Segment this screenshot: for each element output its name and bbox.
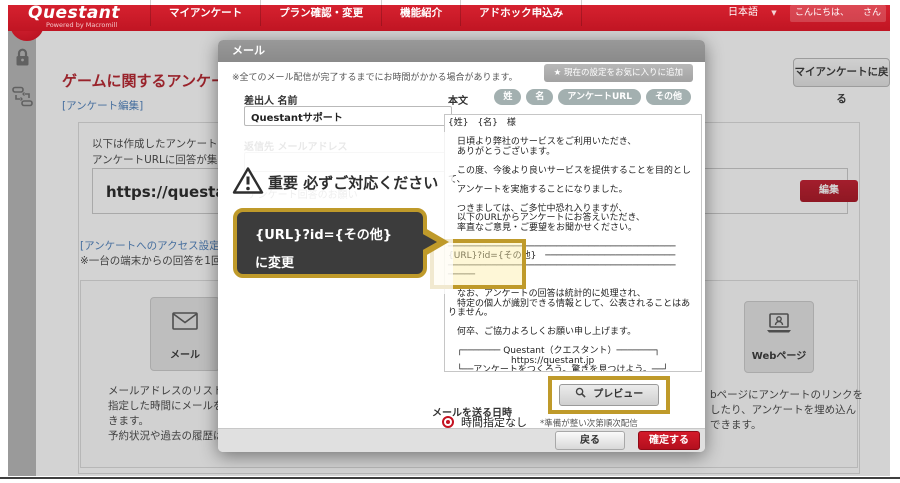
sender-name-input[interactable] (244, 106, 452, 126)
search-icon (575, 387, 586, 398)
tag-first-name[interactable]: 名 (526, 89, 554, 105)
nav-plan[interactable]: プラン確認・変更 (260, 0, 381, 26)
user-greeting: こんにちは、 さん (790, 5, 886, 22)
page-bottom-border (0, 477, 900, 479)
app-window: マイアンケートに戻る ゲームに関するアンケー [アンケート編集] 以下は作成した… (0, 0, 900, 483)
nav-features[interactable]: 機能紹介 (381, 0, 460, 26)
annotation-title: 重要 必ずご対応ください (268, 174, 439, 192)
annotation-url-text: {URL}?id={その他} (255, 228, 393, 243)
main-nav: マイアンケート プラン確認・変更 機能紹介 アドホック申込み (150, 0, 583, 26)
star-icon: ★ (553, 68, 562, 78)
add-to-favorites-button[interactable]: ★ 現在の設定をお気に入りに追加 (543, 64, 693, 82)
annotation-bubble: {URL}?id={その他} に変更 (233, 208, 427, 278)
body-label: 本文 (448, 96, 468, 107)
back-button[interactable]: 戻る (555, 431, 625, 450)
brand-logo[interactable]: Questant (28, 3, 120, 23)
radio-selected-dot (446, 420, 450, 424)
language-label: 日本語 (728, 7, 758, 18)
modal-title: メール (218, 40, 705, 62)
confirm-button[interactable]: 確定する (638, 431, 700, 450)
sender-name-label: 差出人 名前 (244, 96, 298, 107)
tag-last-name[interactable]: 姓 (494, 89, 522, 105)
callout-arrow-inner (421, 233, 437, 251)
modal-footer (218, 428, 705, 452)
greeting-prefix: こんにちは、 (795, 8, 850, 18)
add-to-favorites-label: 現在の設定をお気に入りに追加 (563, 68, 683, 78)
nav-adhoc[interactable]: アドホック申込み (460, 0, 583, 26)
preview-button-label: プレビュー (593, 389, 644, 400)
preview-highlight-frame: プレビュー (548, 376, 670, 414)
preview-button[interactable]: プレビュー (559, 384, 659, 406)
delivery-note: ※全てのメール配信が完了するまでにお時間がかかる場合があります。 (232, 73, 518, 83)
caret-down-icon: ▼ (771, 9, 777, 17)
greeting-suffix: さん (862, 8, 881, 18)
annotation-change-text: に変更 (255, 256, 295, 271)
tag-other[interactable]: その他 (645, 89, 691, 105)
warning-icon (232, 166, 264, 195)
nav-my-surveys[interactable]: マイアンケート (150, 0, 260, 26)
brand-tagline: Powered by Macromill (46, 21, 118, 29)
language-dropdown[interactable]: 日本語 ▼ (728, 0, 777, 26)
tag-survey-url[interactable]: アンケートURL (558, 89, 641, 105)
no-time-radio[interactable] (442, 416, 454, 428)
insert-tag-row: 姓 名 アンケートURL その他 (489, 89, 691, 105)
